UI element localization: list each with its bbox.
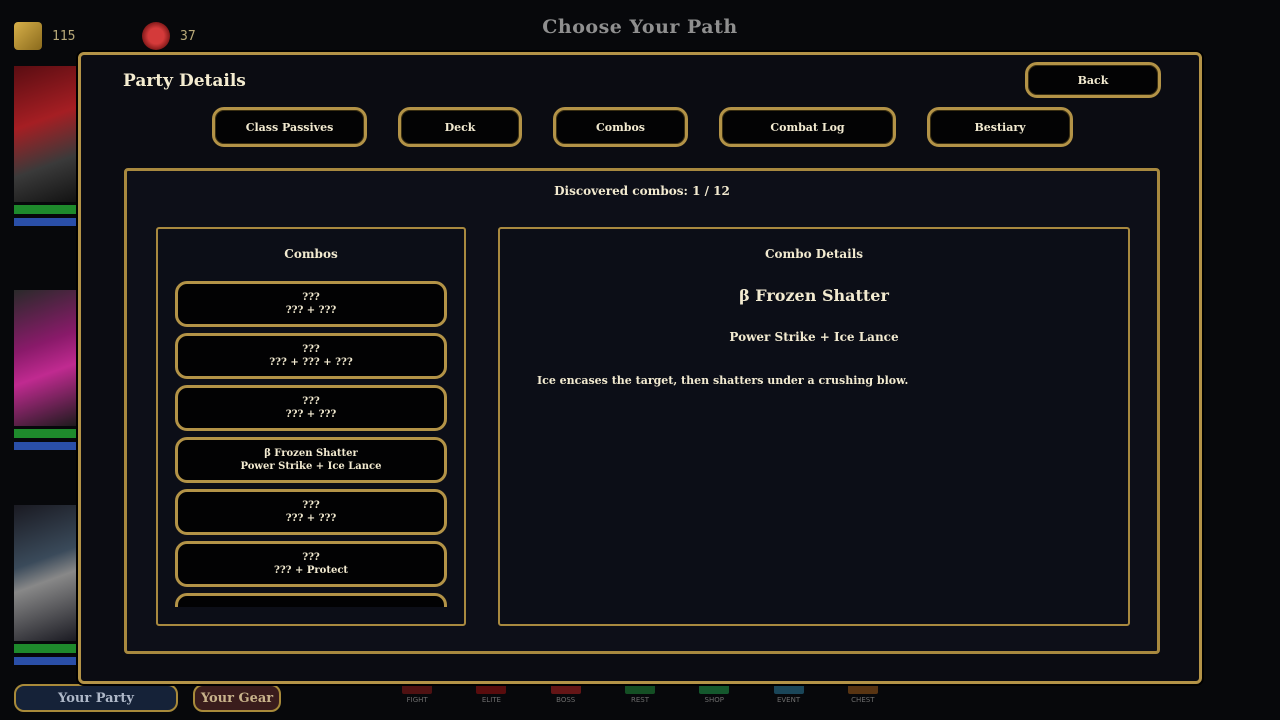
combo-description: Ice encases the target, then shatters un… — [537, 374, 909, 387]
combo-item-locked[interactable]: ??? ??? + Protect — [175, 541, 447, 587]
legend-label: REST — [630, 696, 649, 704]
combos-panel: Discovered combos: 1 / 12 Combos ??? ???… — [124, 168, 1160, 654]
hero-portrait-image — [14, 290, 80, 426]
combo-item-recipe: ??? + ??? — [285, 409, 337, 420]
combo-item-name: ??? — [302, 344, 320, 355]
legend-label: CHEST — [851, 696, 875, 704]
combo-item-name: ??? — [302, 500, 320, 511]
combo-item-recipe: ??? + ??? + ??? — [269, 357, 353, 368]
legend-label: FIGHT — [406, 696, 428, 704]
discovered-count: Discovered combos: 1 / 12 — [554, 184, 730, 198]
combo-name: β Frozen Shatter — [739, 286, 889, 305]
page-title: Choose Your Path — [542, 16, 738, 38]
your-gear-tab[interactable]: Your Gear — [193, 684, 281, 712]
hero-portrait-image — [14, 66, 80, 202]
combo-item-locked[interactable]: ??? — [175, 593, 447, 607]
modal-title: Party Details — [123, 71, 246, 91]
tab-class-passives[interactable]: Class Passives — [212, 107, 367, 147]
party-portrait-1[interactable] — [14, 66, 80, 226]
combo-item-name: ??? — [302, 552, 320, 563]
combo-recipe: Power Strike + Ice Lance — [729, 330, 899, 344]
legend-label: SHOP — [704, 696, 724, 704]
combo-item-locked[interactable]: ??? ??? + ??? + ??? — [175, 333, 447, 379]
combo-item-recipe: ??? + Protect — [273, 565, 349, 576]
tab-combat-log[interactable]: Combat Log — [719, 107, 896, 147]
mana-bar — [14, 657, 80, 665]
legend-label: EVENT — [776, 696, 801, 704]
combo-details-panel: Combo Details β Frozen Shatter Power Str… — [498, 227, 1130, 626]
legend-label: ELITE — [481, 696, 501, 704]
hp-bar — [14, 205, 80, 214]
party-portrait-2[interactable] — [14, 290, 80, 450]
party-details-modal: Party Details Back Class Passives Deck C… — [78, 52, 1202, 684]
combo-item-recipe: ??? + ??? — [285, 305, 337, 316]
combo-details-title: Combo Details — [764, 247, 864, 261]
hp-bar — [14, 429, 80, 438]
combo-item-locked[interactable]: ??? ??? + ??? — [175, 385, 447, 431]
tab-combos[interactable]: Combos — [553, 107, 688, 147]
combo-item-name: ??? — [302, 292, 320, 303]
mana-bar — [14, 442, 80, 450]
tab-bestiary[interactable]: Bestiary — [927, 107, 1073, 147]
back-button[interactable]: Back — [1025, 62, 1161, 98]
hp-bar — [14, 644, 80, 653]
combo-list[interactable]: ??? ??? + ??? ??? ??? + ??? + ??? ??? ??… — [175, 281, 449, 607]
combo-item-recipe: ??? + ??? — [285, 513, 337, 524]
combo-item-recipe: Power Strike + Ice Lance — [240, 461, 382, 472]
combo-list-title: Combos — [284, 247, 338, 261]
combo-item-locked[interactable]: ??? ??? + ??? — [175, 281, 447, 327]
party-portrait-3[interactable] — [14, 505, 80, 665]
combo-item-frozen-shatter[interactable]: β Frozen Shatter Power Strike + Ice Lanc… — [175, 437, 447, 483]
hero-portrait-image — [14, 505, 80, 641]
combo-item-name: β Frozen Shatter — [264, 448, 358, 459]
tab-deck[interactable]: Deck — [398, 107, 522, 147]
combo-list-panel: Combos ??? ??? + ??? ??? ??? + ??? + ???… — [156, 227, 466, 626]
legend-label: BOSS — [556, 696, 576, 704]
combo-item-locked[interactable]: ??? ??? + ??? — [175, 489, 447, 535]
mana-bar — [14, 218, 80, 226]
your-party-tab[interactable]: Your Party — [14, 684, 178, 712]
combo-item-name: ??? — [302, 396, 320, 407]
